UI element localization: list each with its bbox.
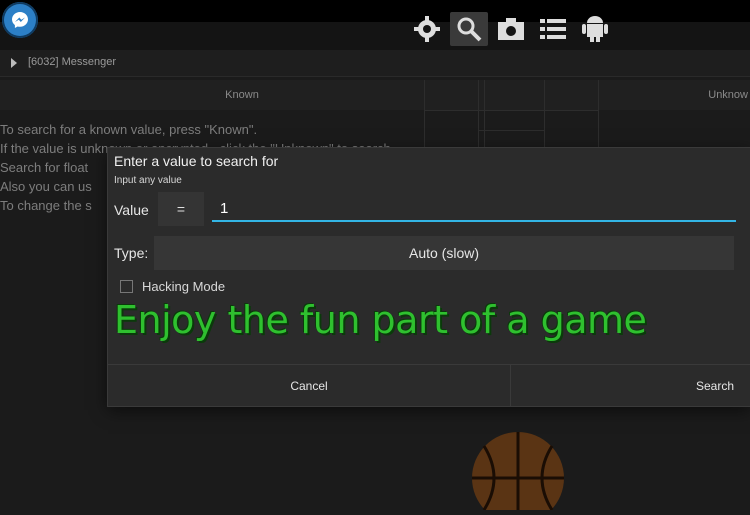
value-input[interactable] bbox=[212, 196, 736, 222]
search-value-dialog: Enter a value to search for Input any va… bbox=[108, 148, 750, 407]
app-toolbar bbox=[0, 22, 750, 50]
type-label: Type: bbox=[114, 245, 149, 261]
hacking-mode-label[interactable]: Hacking Mode bbox=[142, 279, 225, 294]
unknown-tab[interactable]: Unknow bbox=[600, 80, 750, 110]
expand-arrow-icon bbox=[11, 58, 17, 68]
search-icon[interactable] bbox=[450, 12, 488, 46]
list-icon[interactable] bbox=[534, 12, 572, 46]
value-label: Value bbox=[114, 202, 149, 218]
process-selector[interactable]: [6032] Messenger bbox=[0, 50, 750, 77]
type-select[interactable]: Auto (slow) bbox=[154, 236, 734, 270]
camera-icon[interactable] bbox=[492, 12, 530, 46]
promo-caption: Enjoy the fun part of a game bbox=[114, 298, 647, 342]
messenger-app-icon[interactable] bbox=[2, 2, 38, 38]
cancel-button[interactable]: Cancel bbox=[108, 365, 511, 407]
known-tab[interactable]: Known bbox=[0, 80, 484, 110]
android-icon[interactable] bbox=[576, 12, 614, 46]
search-button[interactable]: Search bbox=[511, 365, 750, 407]
dialog-footer: Cancel Search bbox=[108, 364, 750, 407]
gear-icon[interactable] bbox=[408, 12, 446, 46]
hacking-mode-checkbox[interactable] bbox=[120, 280, 133, 293]
dialog-title: Enter a value to search for bbox=[114, 153, 279, 169]
process-name: [6032] Messenger bbox=[28, 56, 117, 68]
dialog-subtitle: Input any value bbox=[114, 175, 182, 186]
help-line: To search for a known value, press "Know… bbox=[0, 122, 258, 137]
operator-button[interactable]: = bbox=[158, 192, 204, 226]
search-mode-tabs: Known Unknow bbox=[0, 80, 750, 110]
basketball-image bbox=[470, 430, 566, 515]
status-bar bbox=[0, 0, 750, 22]
